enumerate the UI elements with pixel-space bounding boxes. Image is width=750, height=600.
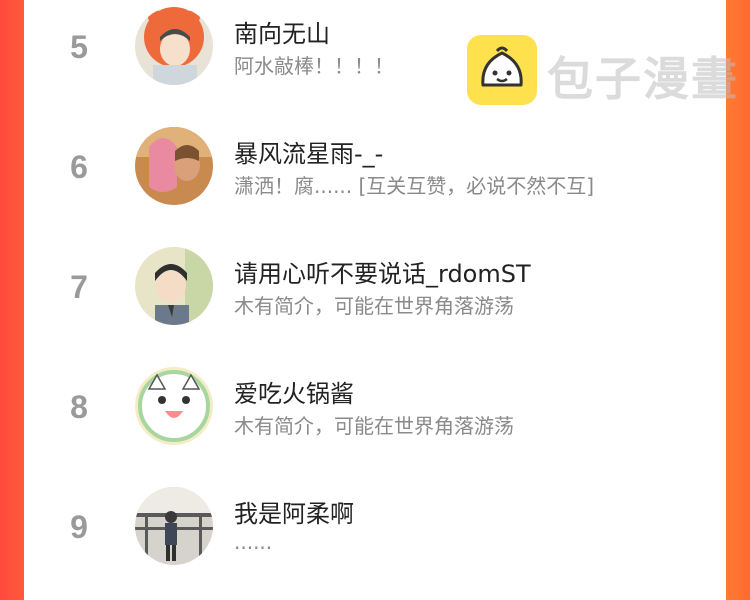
user-name[interactable]: 南向无山 [234, 14, 330, 49]
avatar[interactable] [135, 487, 213, 565]
user-name[interactable]: 我是阿柔啊 [234, 494, 354, 529]
avatar[interactable] [135, 7, 213, 85]
bun-mascot-icon [467, 35, 537, 105]
user-bio: 阿水敲棒！！！！ [234, 54, 394, 78]
ranking-row[interactable]: 8 爱吃火锅酱 木有简介，可能在世界角落游荡 [24, 360, 726, 480]
rank-number: 9 [70, 509, 88, 545]
user-bio: 潇洒！腐...... [互关互赞，必说不然不互] [234, 174, 595, 198]
rank-number: 6 [70, 149, 88, 185]
rank-number: 7 [70, 269, 88, 305]
user-bio: 木有简介，可能在世界角落游荡 [234, 414, 514, 438]
rank-number: 8 [70, 389, 88, 425]
user-name[interactable]: 爱吃火锅酱 [234, 374, 354, 409]
user-bio: ...... [234, 530, 273, 554]
ranking-row[interactable]: 7 请用心听不要说话_rdomST 木有简介，可能在世界角落游荡 [24, 240, 726, 360]
ranking-row[interactable]: 6 暴风流星雨-_- 潇洒！腐...... [互关互赞，必说不然不互] [24, 120, 726, 240]
avatar[interactable] [135, 247, 213, 325]
avatar[interactable] [135, 367, 213, 445]
user-name[interactable]: 请用心听不要说话_rdomST [234, 254, 531, 289]
ranking-panel: 5 南向无山 阿水敲棒！！！！ 6 暴风流星雨-_- 潇洒！腐...... [互… [24, 0, 737, 585]
rank-number: 5 [70, 29, 88, 65]
watermark: 包子漫畫 [467, 35, 747, 106]
user-name[interactable]: 暴风流星雨-_- [234, 134, 383, 169]
avatar[interactable] [135, 127, 213, 205]
ranking-row[interactable]: 9 我是阿柔啊 ...... [24, 480, 726, 600]
watermark-text: 包子漫畫 [547, 52, 739, 106]
user-bio: 木有简介，可能在世界角落游荡 [234, 294, 514, 318]
